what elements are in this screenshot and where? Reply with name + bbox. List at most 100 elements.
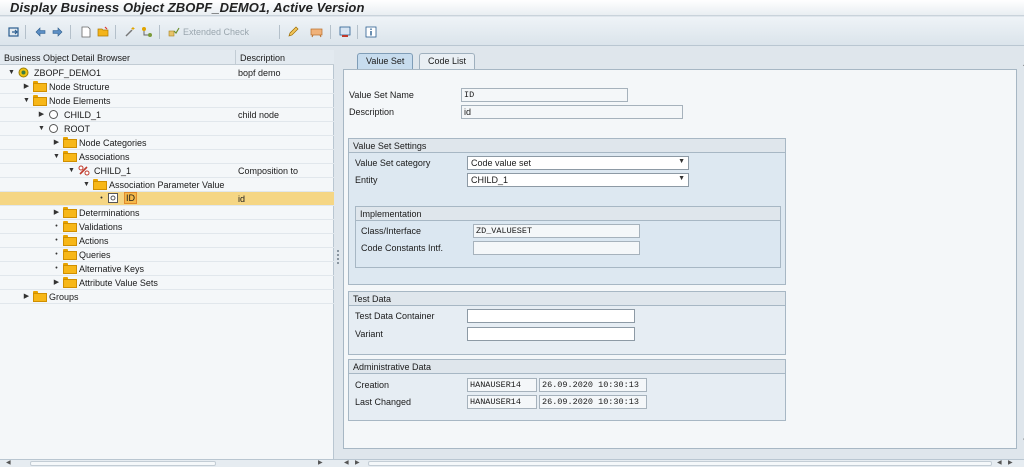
tree-row[interactable]: • ID id <box>0 192 334 206</box>
new-icon[interactable] <box>80 25 92 39</box>
description-label: Description <box>349 107 395 117</box>
back-icon[interactable] <box>34 25 46 39</box>
title-bar: Display Business Object ZBOPF_DEMO1, Act… <box>0 0 1024 16</box>
administrative-data-group: Administrative Data Creation HANAUSER14 … <box>348 359 786 421</box>
tree-scroll-track[interactable] <box>30 461 216 466</box>
expand-closed-icon[interactable]: ▶ <box>23 292 30 301</box>
scroll-right-icon[interactable]: ▶ <box>318 460 323 467</box>
tree-column-header-description[interactable]: Description <box>240 53 285 63</box>
tree-row[interactable]: ▼ CHILD_1 Composition to <box>0 164 334 178</box>
administrative-data-title: Administrative Data <box>349 360 785 374</box>
value-set-settings-group: Value Set Settings Value Set category Co… <box>348 138 786 285</box>
other-object-icon[interactable] <box>8 25 20 39</box>
tab-code-list[interactable]: Code List <box>419 53 476 69</box>
value-set-category-dropdown[interactable]: Code value set ▼ <box>467 156 689 170</box>
tree-row-description: Composition to <box>238 166 299 176</box>
code-constants-field[interactable] <box>473 241 640 255</box>
expand-open-icon[interactable]: ▼ <box>83 180 90 189</box>
expand-closed-icon[interactable]: ▶ <box>53 138 60 147</box>
entity-dropdown[interactable]: CHILD_1 ▼ <box>467 173 689 187</box>
delete-icon[interactable] <box>310 25 324 39</box>
business-object-icon <box>18 67 30 78</box>
expand-open-icon[interactable]: ▼ <box>53 152 60 161</box>
leaf-bullet-icon: • <box>100 195 103 202</box>
forward-icon[interactable] <box>52 25 64 39</box>
class-interface-field[interactable]: ZD_VALUESET <box>473 224 640 238</box>
tree-row[interactable]: • Validations <box>0 220 334 234</box>
check-icon[interactable] <box>168 25 180 39</box>
extended-check-button[interactable]: Extended Check <box>183 27 249 37</box>
description-field[interactable]: id <box>461 105 683 119</box>
tree-row-label: ROOT <box>64 124 90 134</box>
tree-row-label: ZBOPF_DEMO1 <box>34 68 102 78</box>
tree-row[interactable]: ▼ ZBOPF_DEMO1 bopf demo <box>0 66 334 80</box>
implementation-group: Implementation Class/Interface ZD_VALUES… <box>355 206 781 268</box>
horizontal-scrollbars: ◀ ▶ ◀ ▶ ◀ ▶ <box>0 459 1024 467</box>
tree-row-label: Groups <box>49 292 79 302</box>
chevron-down-icon: ▼ <box>678 175 685 182</box>
open-icon[interactable] <box>97 25 109 39</box>
association-icon <box>78 165 90 176</box>
scroll-left-icon[interactable]: ◀ <box>344 460 349 467</box>
tree-row[interactable]: • Queries <box>0 248 334 262</box>
scroll-left-icon[interactable]: ◀ <box>997 460 1002 467</box>
tree-row-label: Associations <box>79 152 130 162</box>
class-interface-label: Class/Interface <box>361 226 422 236</box>
tree-row-label: Actions <box>79 236 109 246</box>
magic-wand-icon[interactable] <box>124 25 136 39</box>
tree-row[interactable]: ▶ Determinations <box>0 206 334 220</box>
implementation-title: Implementation <box>356 207 780 221</box>
where-used-icon[interactable] <box>339 25 351 39</box>
expand-closed-icon[interactable]: ▶ <box>53 278 60 287</box>
tree-row[interactable]: • Actions <box>0 234 334 248</box>
folder-icon <box>63 137 77 148</box>
expand-open-icon[interactable]: ▼ <box>23 96 30 105</box>
creation-time-field[interactable]: 26.09.2020 10:30:13 <box>539 378 647 392</box>
tree-row-label: Validations <box>79 222 123 232</box>
creation-user-field[interactable]: HANAUSER14 <box>467 378 537 392</box>
expand-open-icon[interactable]: ▼ <box>68 166 75 175</box>
tree-row[interactable]: ▼ ROOT <box>0 122 334 136</box>
expand-closed-icon[interactable]: ▶ <box>53 208 60 217</box>
tree-row-label: Queries <box>79 250 111 260</box>
tree-row[interactable]: ▼ Associations <box>0 150 334 164</box>
folder-icon <box>63 277 77 288</box>
tab-value-set[interactable]: Value Set <box>357 53 414 69</box>
tree-row-label: Attribute Value Sets <box>79 278 158 288</box>
info-icon[interactable] <box>365 25 377 39</box>
tree-row[interactable]: ▼ Node Elements <box>0 94 334 108</box>
window-title: Display Business Object ZBOPF_DEMO1, Act… <box>10 0 365 15</box>
expand-closed-icon[interactable]: ▶ <box>38 110 45 119</box>
expand-open-icon[interactable]: ▼ <box>38 124 45 133</box>
tree-row[interactable]: ▶ Attribute Value Sets <box>0 276 334 290</box>
tree-row[interactable]: ▶ Node Structure <box>0 80 334 94</box>
tree-row-label: Node Categories <box>79 138 147 148</box>
tree-row[interactable]: ▶ Node Categories <box>0 136 334 150</box>
value-set-category-label: Value Set category <box>355 158 431 168</box>
variant-label: Variant <box>355 329 383 339</box>
tree-row[interactable]: ▶ Groups <box>0 290 334 304</box>
changed-time-field[interactable]: 26.09.2020 10:30:13 <box>539 395 647 409</box>
tree-row[interactable]: • Alternative Keys <box>0 262 334 276</box>
test-data-title: Test Data <box>349 292 785 306</box>
value-set-category-value: Code value set <box>471 158 532 168</box>
detail-scroll-track[interactable] <box>368 461 992 466</box>
value-set-name-field[interactable]: ID <box>461 88 628 102</box>
expand-open-icon[interactable]: ▼ <box>8 68 15 77</box>
tree-row[interactable]: ▼ Association Parameter Value <box>0 178 334 192</box>
changed-user-field[interactable]: HANAUSER14 <box>467 395 537 409</box>
tree-row-label: Node Elements <box>49 96 111 106</box>
expand-closed-icon[interactable]: ▶ <box>23 82 30 91</box>
variant-field[interactable] <box>467 327 635 341</box>
tree-column-header-name[interactable]: Business Object Detail Browser <box>4 53 130 63</box>
edit-pencil-icon[interactable] <box>287 25 299 39</box>
hierarchy-icon[interactable] <box>141 25 153 39</box>
scroll-right-icon[interactable]: ▶ <box>355 460 360 467</box>
folder-icon <box>33 95 47 106</box>
tree-row[interactable]: ▶ CHILD_1 child node <box>0 108 334 122</box>
tree-row-label: Node Structure <box>49 82 110 92</box>
value-set-settings-title: Value Set Settings <box>349 139 785 153</box>
scroll-left-icon[interactable]: ◀ <box>6 460 11 467</box>
scroll-right-icon[interactable]: ▶ <box>1008 460 1013 467</box>
test-data-container-field[interactable] <box>467 309 635 323</box>
